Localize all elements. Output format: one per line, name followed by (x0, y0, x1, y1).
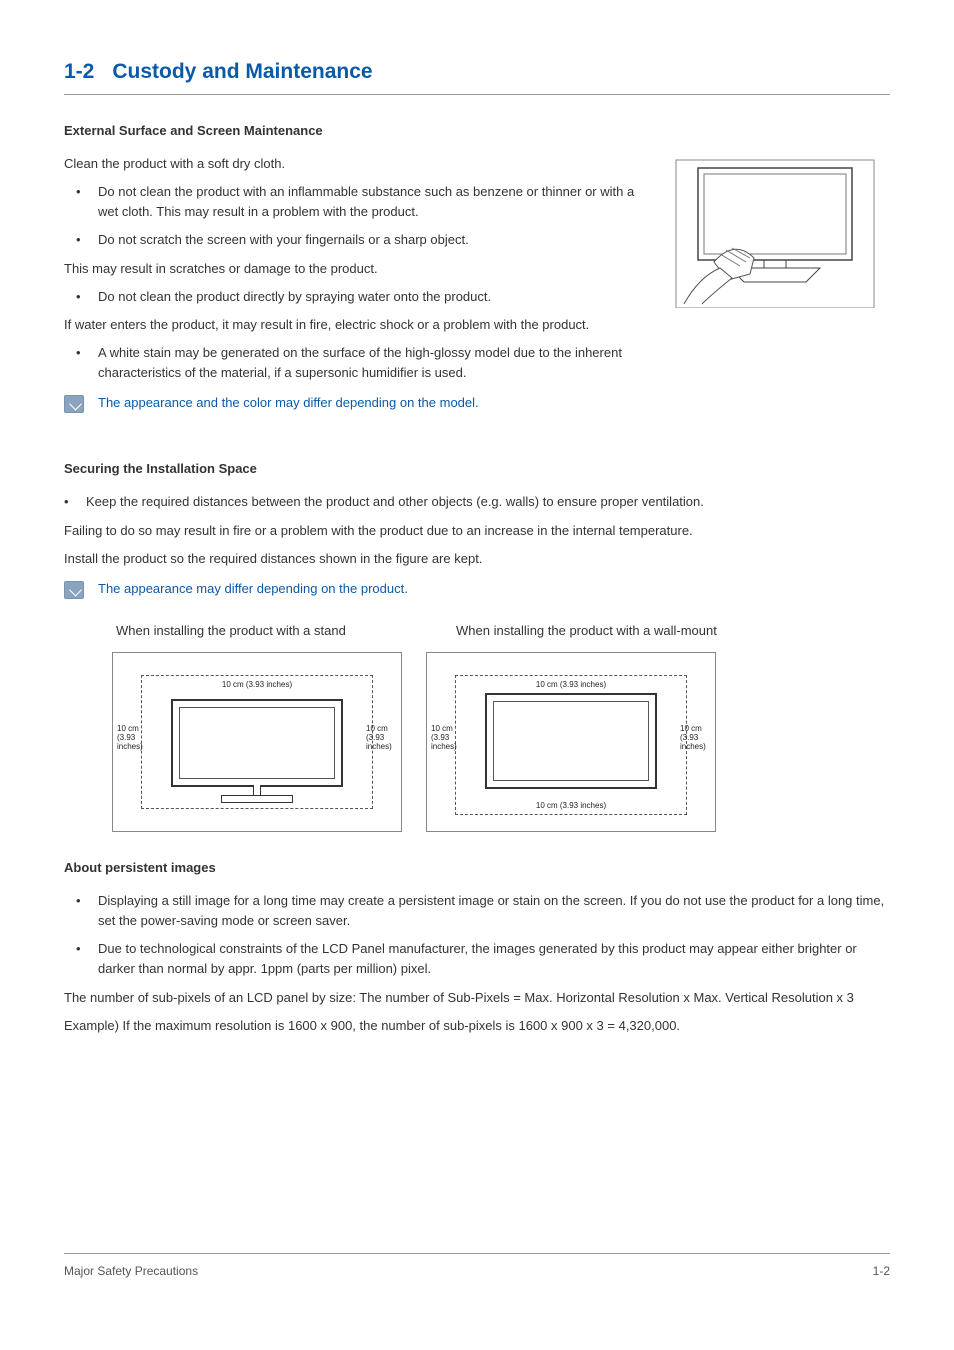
note-icon (64, 581, 84, 599)
page-footer: Major Safety Precautions 1-2 (64, 1253, 890, 1278)
figure-caption-stand: When installing the product with a stand (116, 623, 396, 638)
distance-label-left: 10 cm (3.93 inches) (117, 725, 147, 751)
paragraph: The number of sub-pixels of an LCD panel… (64, 988, 890, 1008)
distance-label-top: 10 cm (3.93 inches) (536, 681, 606, 690)
distance-label-right: 10 cm (3.93 inches) (680, 725, 712, 751)
section-persistent-images: About persistent images Displaying a sti… (64, 860, 890, 1036)
figure-caption-wall: When installing the product with a wall-… (456, 623, 736, 638)
section-securing-space: Securing the Installation Space Keep the… (64, 461, 890, 832)
figure-wall-mount: 10 cm (3.93 inches) 10 cm (3.93 inches) … (426, 652, 716, 832)
cleaning-illustration (670, 158, 880, 308)
section-title: Custody and Maintenance (112, 60, 372, 84)
paragraph: This may result in scratches or damage t… (64, 259, 640, 279)
paragraph: Example) If the maximum resolution is 16… (64, 1016, 890, 1036)
section-number: 1-2 (64, 60, 94, 84)
heading-securing-space: Securing the Installation Space (64, 461, 890, 476)
bullet: Do not clean the product directly by spr… (86, 287, 640, 307)
footer-right: 1-2 (873, 1264, 890, 1278)
paragraph: Install the product so the required dist… (64, 549, 890, 569)
bullet: A white stain may be generated on the su… (86, 343, 640, 383)
section-external-surface: External Surface and Screen Maintenance … (64, 123, 890, 413)
figure-stand: 10 cm (3.93 inches) 10 cm (3.93 inches) … (112, 652, 402, 832)
note-text: The appearance and the color may differ … (98, 393, 479, 413)
paragraph: Failing to do so may result in fire or a… (64, 521, 890, 541)
note-text: The appearance may differ depending on t… (98, 579, 408, 599)
page-title: 1-2 Custody and Maintenance (64, 60, 890, 95)
note-icon (64, 395, 84, 413)
distance-label-bottom: 10 cm (3.93 inches) (536, 802, 606, 811)
paragraph: If water enters the product, it may resu… (64, 315, 640, 335)
bullet: Due to technological constraints of the … (86, 939, 890, 979)
bullet: Do not clean the product with an inflamm… (86, 182, 640, 222)
heading-external-surface: External Surface and Screen Maintenance (64, 123, 890, 138)
footer-left: Major Safety Precautions (64, 1264, 198, 1278)
note-block: The appearance may differ depending on t… (64, 579, 890, 599)
intro-text: Clean the product with a soft dry cloth. (64, 154, 640, 174)
bullet: Displaying a still image for a long time… (86, 891, 890, 931)
distance-label-right: 10 cm (3.93 inches) (366, 725, 398, 751)
heading-persistent-images: About persistent images (64, 860, 890, 875)
distance-label-left: 10 cm (3.93 inches) (431, 725, 461, 751)
note-block: The appearance and the color may differ … (64, 393, 640, 413)
bullet: Do not scratch the screen with your fing… (86, 230, 640, 250)
bullet: Keep the required distances between the … (74, 492, 890, 512)
distance-label-top: 10 cm (3.93 inches) (222, 681, 292, 690)
